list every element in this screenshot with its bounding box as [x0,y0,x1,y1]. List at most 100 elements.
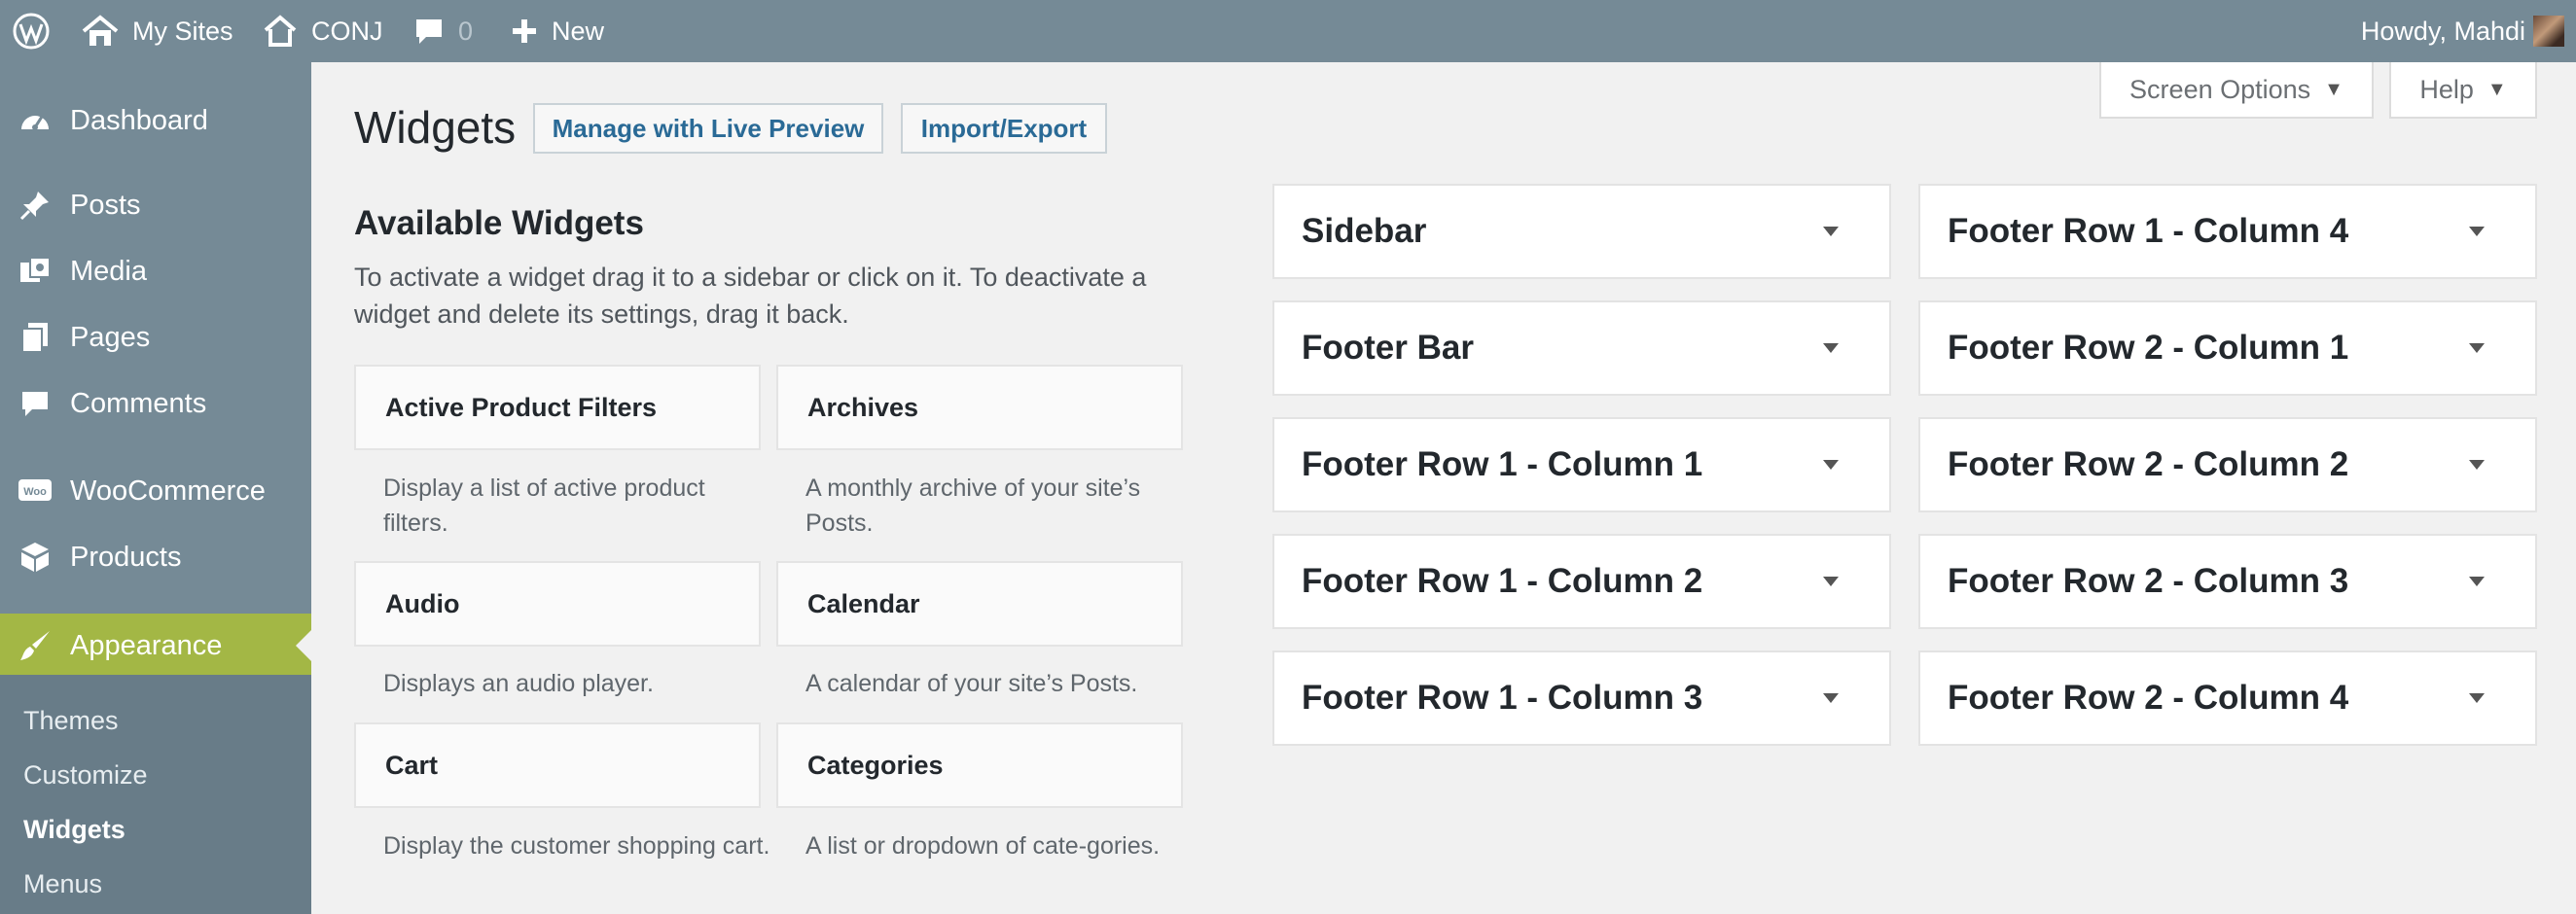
sidebar-item-label: Media [70,255,147,287]
caret-down-icon[interactable] [2469,227,2485,236]
sidebar-area-footer-row-2-column-4[interactable]: Footer Row 2 - Column 4 [1918,650,2537,746]
sidebar-item-comments[interactable]: Comments [0,374,311,433]
sidebar-area-title: Footer Row 1 - Column 3 [1302,679,1703,717]
caret-down-icon[interactable] [2469,343,2485,353]
sidebar-area-title: Footer Row 1 - Column 1 [1302,445,1703,483]
sidebar-item-label: Pages [70,321,151,353]
dashboard-icon [18,103,53,138]
caret-down-icon[interactable] [1823,460,1839,470]
sidebar-item-label: Products [70,541,182,573]
sidebar-item-label: Comments [70,387,207,419]
admin-bar: My Sites CONJ 0 New Howdy, Mahdi [0,0,2576,62]
sidebar-item-woocommerce[interactable]: Woo WooCommerce [0,462,311,520]
sidebar-item-posts[interactable]: Posts [0,176,311,234]
caret-down-icon[interactable] [2469,693,2485,703]
available-widgets-description: To activate a widget drag it to a sideba… [354,263,1147,329]
submenu-item-customize[interactable]: Customize [23,760,148,791]
account-menu[interactable]: Howdy, Mahdi [2361,0,2525,62]
sidebar-area-title: Footer Row 2 - Column 2 [1948,445,2349,483]
widget-description: A calendar of your site’s Posts. [805,670,1138,697]
widget-description: A list or dropdown of cate-gories. [805,832,1161,860]
sidebar-area-footer-row-2-column-3[interactable]: Footer Row 2 - Column 3 [1918,534,2537,629]
widget-description: Display a list of active product filters… [383,475,705,537]
plus-icon [511,18,538,45]
my-sites-icon [82,15,119,48]
new-label: New [552,16,605,46]
sidebar-area-footer-row-2-column-2[interactable]: Footer Row 2 - Column 2 [1918,417,2537,512]
widget-archives[interactable]: Archives [776,365,1183,450]
sidebar-area-footer-row-1-column-4[interactable]: Footer Row 1 - Column 4 [1918,184,2537,279]
widget-title: Archives [807,392,919,422]
sidebar-area-footer-row-2-column-1[interactable]: Footer Row 2 - Column 1 [1918,300,2537,396]
help-label: Help [2419,74,2474,104]
screen-options-button[interactable]: Screen Options ▼ [2099,62,2374,119]
widget-title: Cart [385,750,439,780]
widget-active-product-filters[interactable]: Active Product Filters [354,365,761,450]
sidebar-item-appearance[interactable]: Appearance [0,614,311,678]
sidebar-area-title: Footer Row 1 - Column 4 [1948,212,2349,250]
products-icon [18,540,53,575]
sidebar-area-footer-row-1-column-2[interactable]: Footer Row 1 - Column 2 [1272,534,1891,629]
sidebar-area-footer-row-1-column-3[interactable]: Footer Row 1 - Column 3 [1272,650,1891,746]
submenu-item-widgets[interactable]: Widgets [23,815,125,845]
site-menu[interactable]: CONJ [263,0,383,62]
comments-menu[interactable]: 0 [413,0,473,62]
sidebar-area-title: Footer Row 1 - Column 2 [1302,562,1703,600]
sidebar-area-footer-row-1-column-1[interactable]: Footer Row 1 - Column 1 [1272,417,1891,512]
home-icon [263,15,298,48]
avatar[interactable] [2533,16,2564,47]
caret-down-icon: ▼ [2487,78,2507,100]
import-export-button[interactable]: Import/Export [901,103,1107,154]
sidebar-item-media[interactable]: Media [0,242,311,300]
my-sites-menu[interactable]: My Sites [82,0,233,62]
sidebar-item-pages[interactable]: Pages [0,308,311,367]
submenu-item-themes[interactable]: Themes [23,706,119,736]
page-title: Widgets [354,102,517,153]
brush-icon [18,628,53,663]
appearance-submenu: Themes Customize Widgets Menus [0,675,311,914]
sidebar-area-title: Footer Bar [1302,329,1474,367]
wordpress-logo-icon[interactable] [12,0,51,62]
caret-down-icon[interactable] [1823,343,1839,353]
widget-title: Active Product Filters [385,392,658,422]
sidebar-item-products[interactable]: Products [0,528,311,586]
sidebar-item-dashboard[interactable]: Dashboard [0,91,311,150]
widget-categories[interactable]: Categories [776,722,1183,808]
widget-description: Display the customer shopping cart. [383,832,770,860]
pin-icon [18,188,53,223]
caret-down-icon[interactable] [1823,227,1839,236]
sidebar-area-sidebar[interactable]: Sidebar [1272,184,1891,279]
new-content-menu[interactable]: New [511,0,604,62]
caret-down-icon[interactable] [2469,460,2485,470]
comment-icon [18,386,53,421]
caret-down-icon[interactable] [2469,577,2485,586]
widget-description: Displays an audio player. [383,670,654,697]
available-widgets-heading: Available Widgets [354,204,644,242]
caret-down-icon[interactable] [1823,577,1839,586]
sidebar-area-title: Footer Row 2 - Column 1 [1948,329,2349,367]
widget-title: Calendar [807,588,920,618]
manage-live-preview-button[interactable]: Manage with Live Preview [533,103,883,154]
sidebar-area-title: Footer Row 2 - Column 4 [1948,679,2349,717]
widget-title: Audio [385,588,460,618]
help-button[interactable]: Help ▼ [2389,62,2537,119]
submenu-item-menus[interactable]: Menus [23,869,102,899]
sidebar-item-label: Posts [70,189,141,221]
caret-down-icon: ▼ [2324,78,2343,100]
comment-bubble-icon [413,16,445,47]
widget-cart[interactable]: Cart [354,722,761,808]
comment-count: 0 [458,16,474,46]
sidebar-item-label: WooCommerce [70,475,266,507]
pages-icon [18,320,53,355]
sidebar-area-title: Sidebar [1302,212,1427,250]
widget-calendar[interactable]: Calendar [776,561,1183,647]
widget-audio[interactable]: Audio [354,561,761,647]
caret-down-icon[interactable] [1823,693,1839,703]
widget-description: A monthly archive of your site’s Posts. [805,475,1141,537]
sidebar-area-title: Footer Row 2 - Column 3 [1948,562,2349,600]
sidebar-area-footer-bar[interactable]: Footer Bar [1272,300,1891,396]
svg-text:Woo: Woo [23,486,47,498]
howdy-text: Howdy, Mahdi [2360,16,2525,46]
media-icon [18,254,53,289]
sidebar-item-label: Dashboard [70,104,208,136]
